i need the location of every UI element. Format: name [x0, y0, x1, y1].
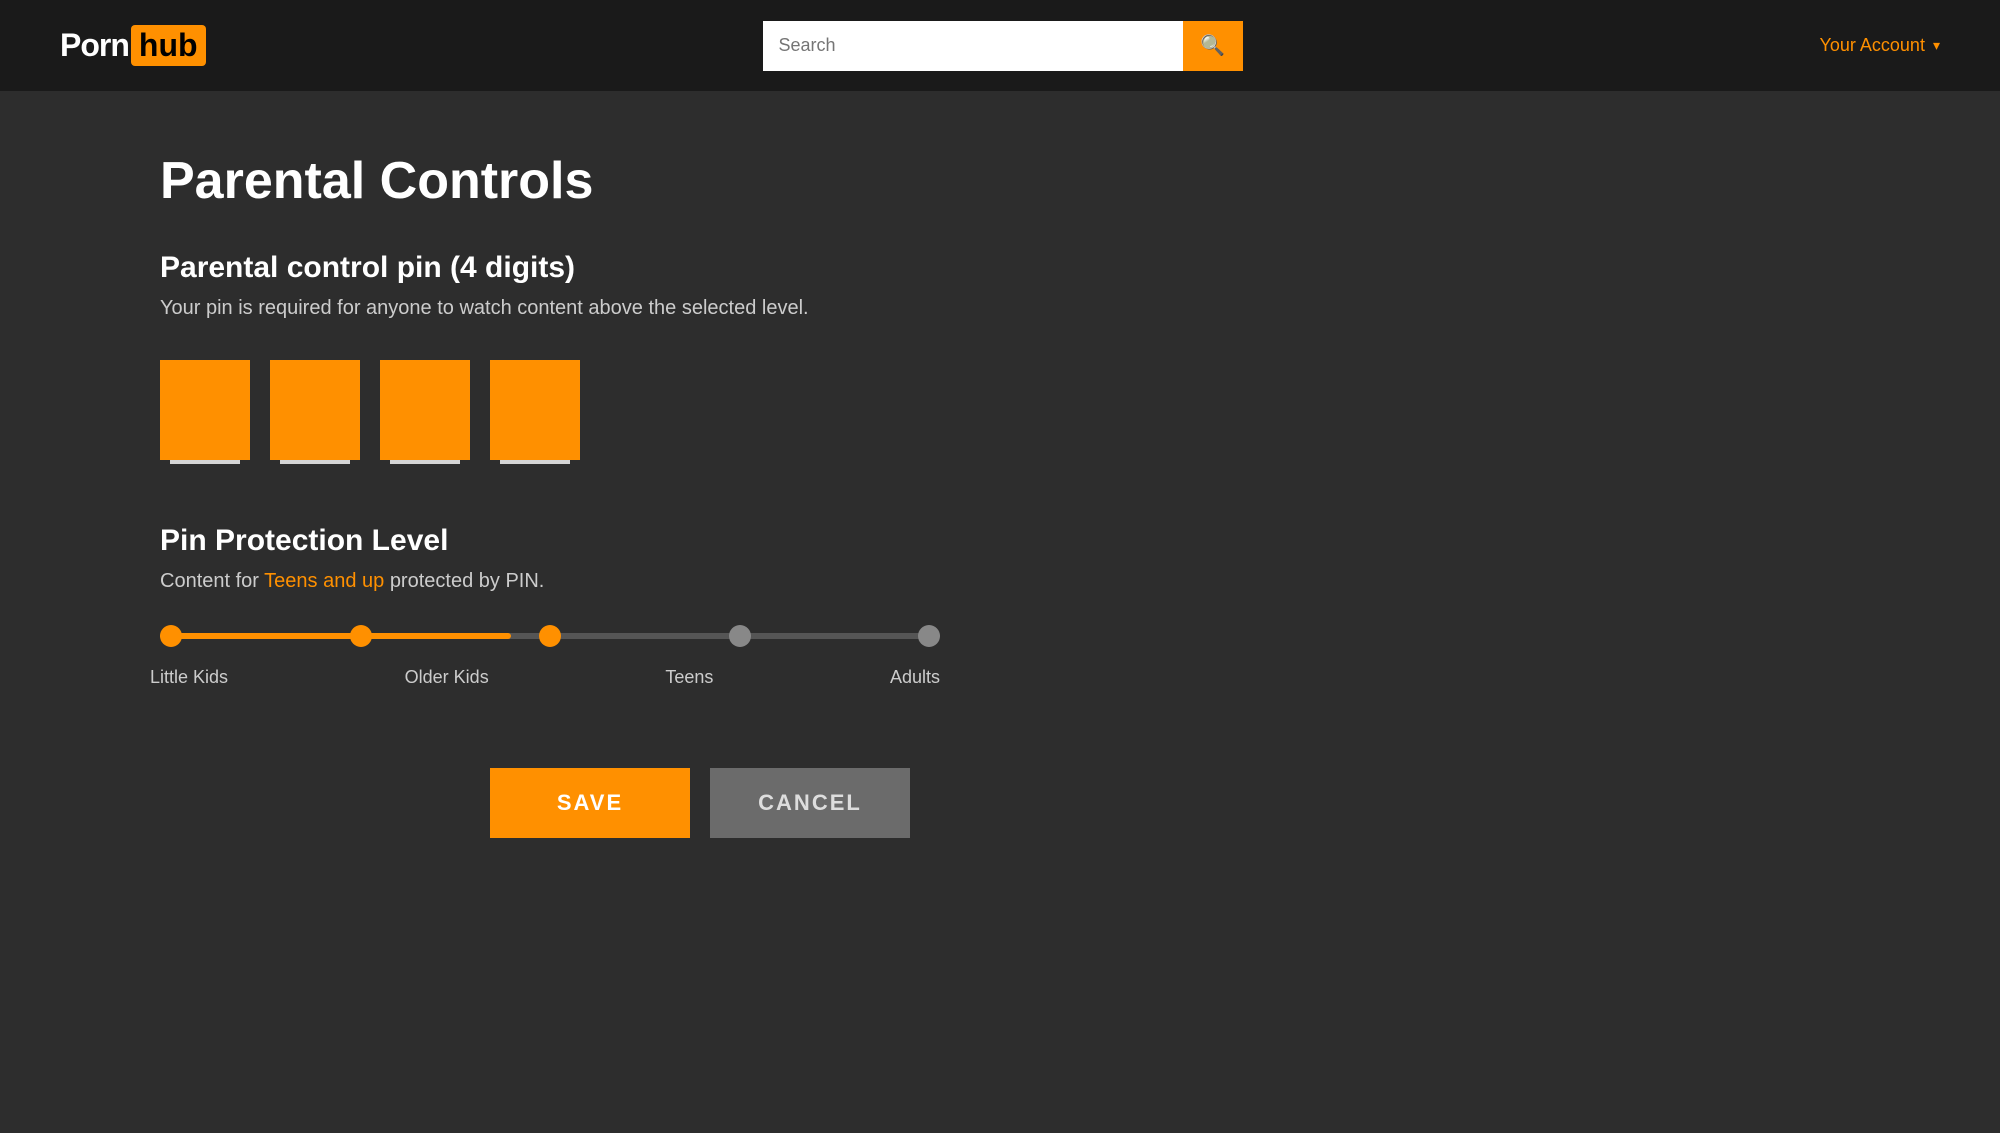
slider-track	[160, 633, 940, 639]
protection-description-prefix: Content for	[160, 570, 264, 592]
pin-underline-3	[390, 460, 460, 464]
protection-description-suffix: protected by PIN.	[390, 570, 545, 592]
logo-hub: hub	[131, 25, 206, 66]
protection-slider[interactable]	[160, 633, 940, 639]
slider-dot-end	[918, 625, 940, 647]
pin-digit-1[interactable]	[160, 360, 250, 460]
slider-dot-adults	[729, 625, 751, 647]
protection-description: Content for Teens and up protected by PI…	[160, 570, 1240, 593]
protection-section: Pin Protection Level Content for Teens a…	[160, 524, 1240, 688]
slider-dot-teens	[539, 625, 561, 647]
cancel-button[interactable]: CANCEL	[710, 768, 910, 838]
slider-label-adults: Adults	[890, 667, 940, 688]
pin-digit-2[interactable]	[270, 360, 360, 460]
main-content: Parental Controls Parental control pin (…	[0, 91, 1400, 898]
search-input[interactable]	[763, 21, 1183, 71]
slider-labels: Little Kids Older Kids Teens Adults	[160, 659, 940, 688]
search-icon: 🔍	[1200, 33, 1225, 58]
search-button[interactable]: 🔍	[1183, 21, 1243, 71]
slider-label-older-kids: Older Kids	[405, 667, 489, 688]
pin-underline-2	[280, 460, 350, 464]
pin-section-title: Parental control pin (4 digits)	[160, 251, 1240, 285]
protection-section-title: Pin Protection Level	[160, 524, 1240, 558]
pin-digit-4-wrapper	[490, 360, 580, 464]
logo-text: Porn	[60, 27, 129, 64]
pin-digit-2-wrapper	[270, 360, 360, 464]
header: Porn hub 🔍 Your Account ▾	[0, 0, 2000, 91]
account-label: Your Account	[1820, 35, 1925, 56]
pin-section-description: Your pin is required for anyone to watch…	[160, 297, 1240, 320]
pin-underline-1	[170, 460, 240, 464]
pin-digit-4[interactable]	[490, 360, 580, 460]
pin-digit-3[interactable]	[380, 360, 470, 460]
save-button[interactable]: SAVE	[490, 768, 690, 838]
slider-dot-older-kids	[350, 625, 372, 647]
pin-digit-3-wrapper	[380, 360, 470, 464]
chevron-down-icon: ▾	[1933, 37, 1940, 54]
pin-underline-4	[500, 460, 570, 464]
slider-dot-little-kids	[160, 625, 182, 647]
search-container: 🔍	[763, 21, 1263, 71]
pin-digit-1-wrapper	[160, 360, 250, 464]
slider-label-teens: Teens	[665, 667, 713, 688]
pin-section: Parental control pin (4 digits) Your pin…	[160, 251, 1240, 464]
slider-label-little-kids: Little Kids	[150, 667, 228, 688]
pin-inputs	[160, 360, 1240, 464]
protection-highlight: Teens and up	[264, 570, 384, 592]
slider-dots	[160, 625, 940, 647]
logo[interactable]: Porn hub	[60, 25, 206, 66]
page-title: Parental Controls	[160, 151, 1240, 211]
button-container: SAVE CANCEL	[160, 768, 1240, 838]
account-menu[interactable]: Your Account ▾	[1820, 35, 1940, 56]
